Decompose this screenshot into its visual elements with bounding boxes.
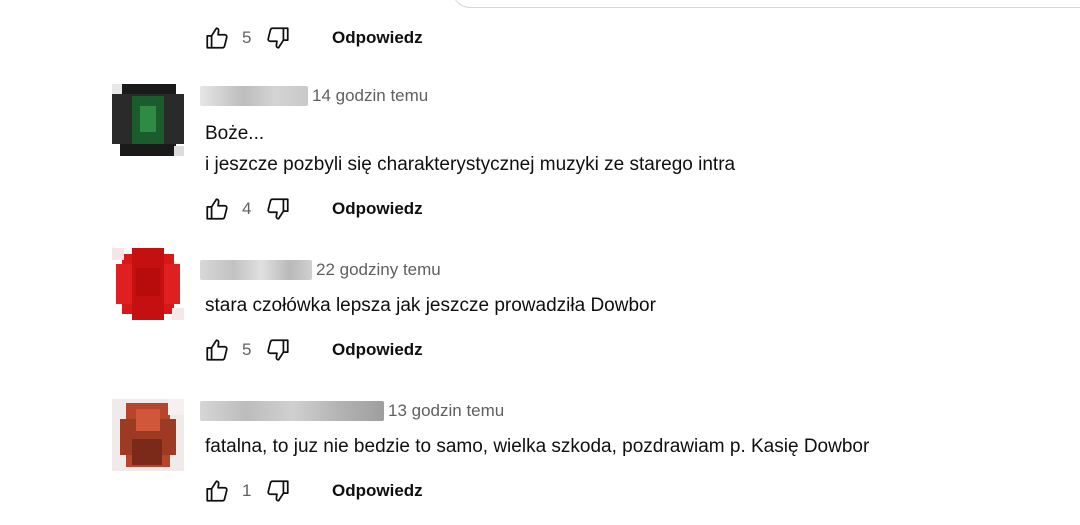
avatar-pixelated-image (112, 248, 184, 320)
thumbs-down-icon (267, 339, 289, 361)
thumbs-up-icon (206, 480, 228, 502)
reply-button[interactable]: Odpowiedz (332, 340, 423, 360)
comment-line: stara czołówka lepsza jak jeszcze prowad… (205, 295, 656, 316)
comment-header: 13 godzin temu (200, 399, 504, 423)
avatar[interactable] (112, 399, 184, 471)
thumbs-down-icon (267, 27, 289, 49)
comment-header: 14 godzin temu (200, 84, 428, 108)
like-count: 1 (242, 481, 252, 500)
comment-actions: 1 Odpowiedz (203, 476, 423, 506)
like-button[interactable] (203, 477, 231, 505)
comment-line: i jeszcze pozbyli się charakterystycznej… (205, 154, 736, 175)
comment-actions: 5 Odpowiedz (203, 335, 423, 365)
like-count: 5 (242, 28, 252, 47)
comment-line: Boże... (205, 123, 265, 144)
like-button[interactable] (203, 336, 231, 364)
dislike-button[interactable] (264, 336, 292, 364)
avatar-pixelated-image (112, 84, 184, 156)
comment-text: stara czołówka lepsza jak jeszcze prowad… (205, 290, 656, 321)
comment-text: fatalna, to juz nie bedzie to samo, wiel… (205, 431, 869, 462)
thumbs-down-icon (267, 480, 289, 502)
like-button[interactable] (203, 195, 231, 223)
thumbs-up-icon (206, 198, 228, 220)
comment-text: Boże... i jeszcze pozbyli się charaktery… (205, 118, 735, 180)
comment-actions: 4 Odpowiedz (203, 194, 423, 224)
reply-input-box-edge (452, 0, 1080, 8)
comment-timestamp[interactable]: 22 godziny temu (316, 260, 441, 280)
thumbs-up-icon (206, 339, 228, 361)
avatar[interactable] (112, 248, 184, 320)
reply-button[interactable]: Odpowiedz (332, 28, 423, 48)
author-name-blurred[interactable] (200, 260, 312, 280)
comment-actions-top: 5 Odpowiedz (203, 23, 423, 53)
comment-timestamp[interactable]: 14 godzin temu (312, 86, 428, 106)
dislike-button[interactable] (264, 24, 292, 52)
author-name-blurred[interactable] (200, 86, 308, 106)
like-count: 5 (242, 340, 252, 359)
reply-button[interactable]: Odpowiedz (332, 199, 423, 219)
avatar-pixelated-image (112, 399, 184, 471)
dislike-button[interactable] (264, 195, 292, 223)
comment-line: fatalna, to juz nie bedzie to samo, wiel… (205, 436, 870, 457)
dislike-button[interactable] (264, 477, 292, 505)
reply-button[interactable]: Odpowiedz (332, 481, 423, 501)
avatar[interactable] (112, 84, 184, 156)
like-button[interactable] (203, 24, 231, 52)
author-name-blurred[interactable] (200, 401, 384, 421)
thumbs-up-icon (206, 27, 228, 49)
comment-timestamp[interactable]: 13 godzin temu (388, 401, 504, 421)
thumbs-down-icon (267, 198, 289, 220)
comment-header: 22 godziny temu (200, 258, 441, 282)
like-count: 4 (242, 199, 252, 218)
